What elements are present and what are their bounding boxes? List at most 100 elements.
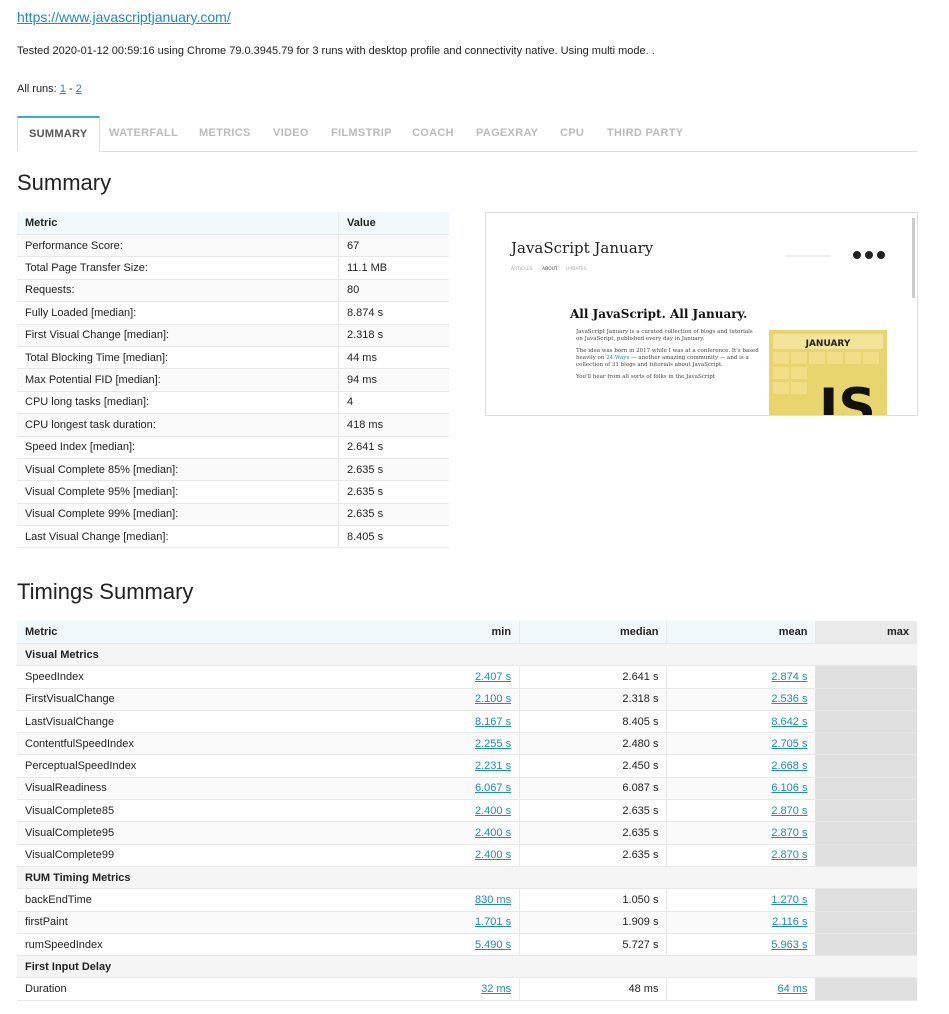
timings-row: SpeedIndex 2.407 s 2.641 s 2.874 s <box>17 665 917 689</box>
timings-mean-cell: 2.536 s <box>666 688 816 711</box>
timings-mean-link[interactable]: 1.270 s <box>771 894 807 906</box>
summary-metric-value: 11.1 MB <box>338 256 449 280</box>
tab-summary[interactable]: SUMMARY <box>17 116 100 152</box>
calendar-illustration: JANUARY JS <box>769 330 887 415</box>
tab-third-party[interactable]: THIRD PARTY <box>607 116 683 150</box>
timings-min-cell: 8.167 s <box>310 710 520 734</box>
summary-row: CPU longest task duration: 418 ms <box>17 413 449 437</box>
timings-mean-link[interactable]: 2.116 s <box>772 916 807 928</box>
timings-max-cell <box>815 799 917 823</box>
tab-pagexray[interactable]: PAGEXRAY <box>476 116 538 150</box>
timings-mean-cell: 2.870 s <box>666 821 816 845</box>
timings-max-cell <box>815 732 917 756</box>
page-url-link[interactable]: https://www.javascriptjanuary.com/ <box>17 9 231 25</box>
timings-mean-link[interactable]: 2.536 s <box>771 693 807 705</box>
timings-median-cell: 2.318 s <box>519 688 668 711</box>
summary-metric-label: Requests: <box>17 279 339 303</box>
timings-mean-cell: 1.270 s <box>666 888 816 912</box>
summary-row: Speed Index [median]: 2.641 s <box>17 436 449 459</box>
screenshot-headline: All JavaScript. All January. <box>569 307 747 321</box>
timings-mean-link[interactable]: 6.106 s <box>771 782 807 794</box>
run-2-link[interactable]: 2 <box>76 83 82 95</box>
summary-metric-value: 2.635 s <box>338 480 449 504</box>
timings-mean-link[interactable]: 2.870 s <box>771 849 807 861</box>
tab-video[interactable]: VIDEO <box>273 116 309 150</box>
screenshot-24ways-link[interactable]: 24 Ways <box>606 355 629 361</box>
timings-min-link[interactable]: 830 ms <box>475 894 511 906</box>
summary-metric-value: 80 <box>338 279 449 303</box>
timings-mean-link[interactable]: 5.963 s <box>771 939 807 951</box>
timings-min-link[interactable]: 6.067 s <box>475 782 511 794</box>
timings-mean-link[interactable]: 2.870 s <box>771 805 807 817</box>
timings-min-cell: 2.231 s <box>310 754 520 778</box>
summary-row: Fully Loaded [median]: 8.874 s <box>17 301 449 325</box>
page-screenshot[interactable]: JavaScript January ARTICLES ABOUT UPDATE… <box>485 212 918 416</box>
timings-min-cell: 5.490 s <box>310 933 520 957</box>
timings-mean-link[interactable]: 64 ms <box>777 983 807 995</box>
run-1-link[interactable]: 1 <box>60 83 66 95</box>
summary-heading: Summary <box>17 170 112 195</box>
timings-row: ContentfulSpeedIndex 2.255 s 2.480 s 2.705 … <box>17 732 917 756</box>
timings-group-name: First Input Delay <box>17 955 816 979</box>
timings-mean-cell: 8.642 s <box>666 710 816 734</box>
timings-row: VisualComplete85 2.400 s 2.635 s 2.870 s <box>17 799 917 823</box>
timings-metric-name: rumSpeedIndex <box>17 933 311 957</box>
timings-mean-cell: 64 ms <box>666 977 816 1001</box>
timings-min-link[interactable]: 32 ms <box>481 983 511 995</box>
timings-row: rumSpeedIndex 5.490 s 5.727 s 5.963 s <box>17 933 917 957</box>
timings-mean-link[interactable]: 2.874 s <box>771 671 807 683</box>
timings-mean-link[interactable]: 2.870 s <box>771 827 807 839</box>
summary-metric-label: Visual Complete 85% [median]: <box>17 458 339 482</box>
timings-min-link[interactable]: 2.255 s <box>475 738 511 750</box>
timings-max-cell <box>815 777 917 801</box>
timings-mean-cell: 2.116 s <box>666 911 816 934</box>
tab-filmstrip[interactable]: FILMSTRIP <box>331 116 392 150</box>
timings-min-link[interactable]: 2.400 s <box>475 805 511 817</box>
timings-min-link[interactable]: 2.231 s <box>475 760 511 772</box>
timings-mean-link[interactable]: 8.642 s <box>771 716 807 728</box>
timings-col-max: max <box>815 621 917 644</box>
timings-min-link[interactable]: 8.167 s <box>475 716 511 728</box>
tab-waterfall[interactable]: WATERFALL <box>109 116 178 150</box>
summary-metric-value: 67 <box>338 234 449 258</box>
timings-min-link[interactable]: 2.407 s <box>475 671 511 683</box>
timings-col-mean: mean <box>666 621 816 644</box>
timings-col-min: min <box>310 621 520 644</box>
summary-row: Visual Complete 85% [median]: 2.635 s <box>17 458 449 482</box>
timings-mean-link[interactable]: 2.705 s <box>771 738 807 750</box>
timings-mean-link[interactable]: 2.668 s <box>771 760 807 772</box>
timings-min-link[interactable]: 2.100 s <box>475 693 511 705</box>
summary-metric-label: Visual Complete 99% [median]: <box>17 503 339 527</box>
timings-min-link[interactable]: 2.400 s <box>475 849 511 861</box>
screenshot-nav-about: ABOUT <box>542 266 558 272</box>
timings-min-link[interactable]: 2.400 s <box>475 827 511 839</box>
timings-max-cell <box>815 710 917 734</box>
tab-cpu[interactable]: CPU <box>560 116 584 150</box>
timings-mean-cell: 2.870 s <box>666 844 816 867</box>
timings-heading: Timings Summary <box>17 579 194 604</box>
timings-max-cell <box>815 688 917 711</box>
timings-max-cell <box>815 911 917 934</box>
summary-metric-label: Max Potential FID [median]: <box>17 368 339 392</box>
timings-min-link[interactable]: 1.701 s <box>475 916 511 928</box>
timings-median-cell: 5.727 s <box>519 933 668 957</box>
timings-mean-cell: 2.874 s <box>666 665 816 689</box>
timings-mean-cell: 2.870 s <box>666 799 816 823</box>
timings-mean-cell: 2.705 s <box>666 732 816 756</box>
screenshot-nav-articles: ARTICLES <box>511 266 532 272</box>
timings-metric-name: SpeedIndex <box>17 665 311 689</box>
screenshot-svg: JavaScript January ARTICLES ABOUT UPDATE… <box>486 213 917 415</box>
timings-min-link[interactable]: 5.490 s <box>475 939 511 951</box>
timings-max-cell <box>815 888 917 912</box>
summary-metric-value: 2.641 s <box>338 436 449 459</box>
summary-metric-value: 418 ms <box>338 413 449 437</box>
timings-group-name: RUM Timing Metrics <box>17 866 816 890</box>
timings-max-cell <box>815 754 917 778</box>
summary-metric-label: Performance Score: <box>17 234 339 258</box>
timings-row: VisualReadiness 6.067 s 6.087 s 6.106 s <box>17 777 917 801</box>
tab-metrics[interactable]: METRICS <box>199 116 251 150</box>
timings-row: VisualComplete95 2.400 s 2.635 s 2.870 s <box>17 821 917 845</box>
test-info-text: Tested 2020-01-12 00:59:16 using Chrome … <box>17 45 655 57</box>
timings-min-cell: 1.701 s <box>310 911 520 934</box>
tab-coach[interactable]: COACH <box>412 116 454 150</box>
